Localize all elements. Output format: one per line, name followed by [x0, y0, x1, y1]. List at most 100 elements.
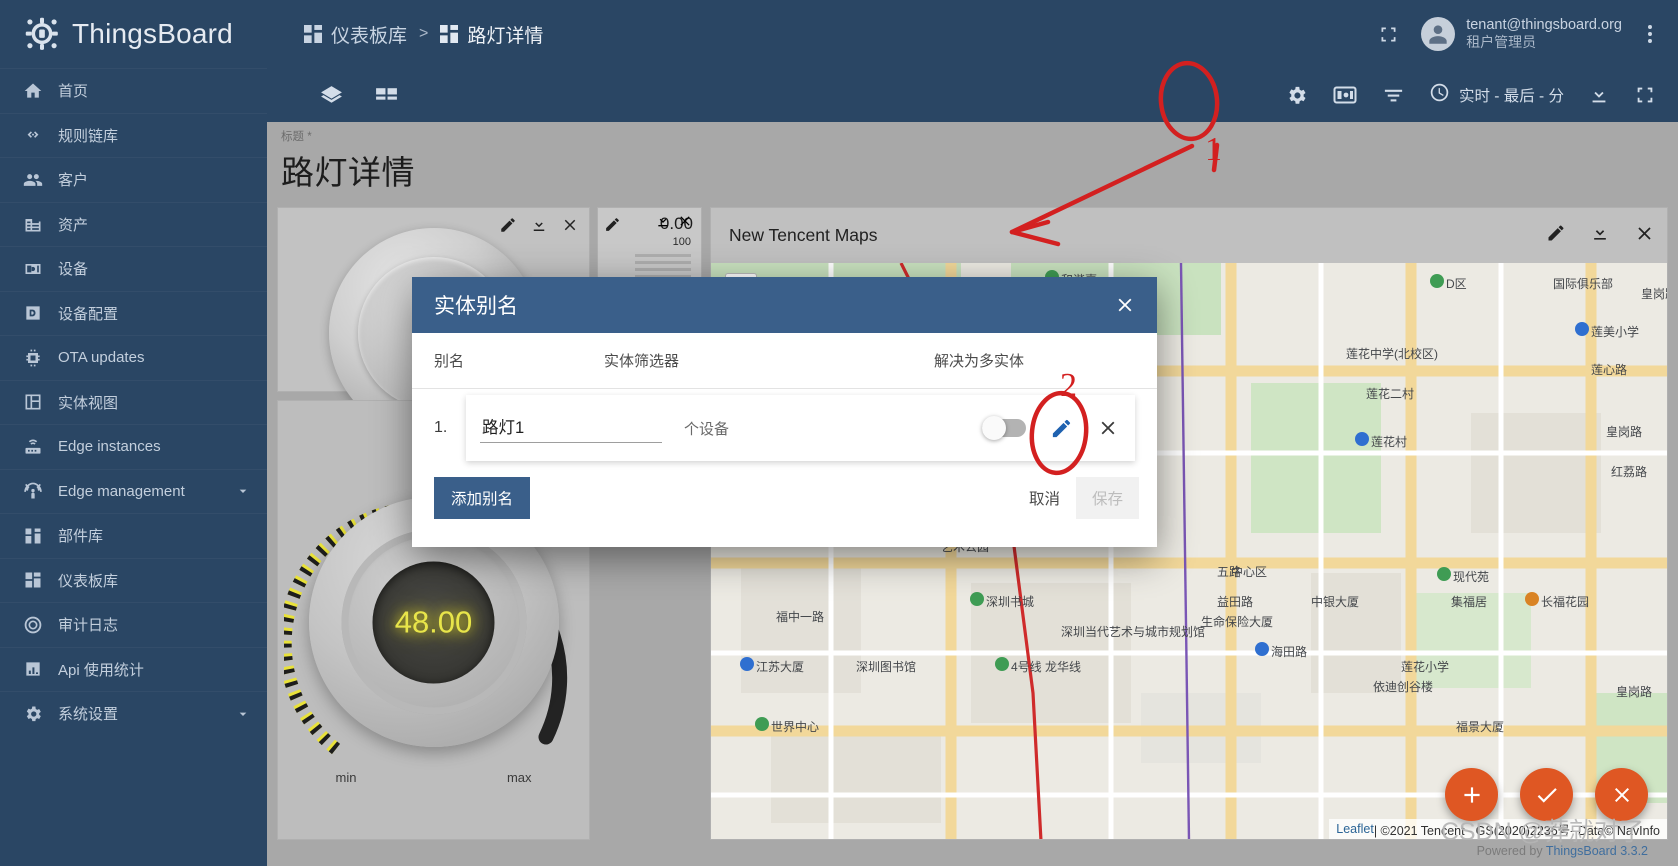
- dialog-header: 实体别名: [412, 277, 1157, 333]
- add-alias-button[interactable]: 添加别名: [434, 477, 531, 519]
- sidebar-item-4[interactable]: 设备: [0, 246, 267, 291]
- settings-icon: [22, 703, 44, 725]
- sidebar-item-6[interactable]: OTA updates: [0, 335, 267, 380]
- page-title[interactable]: 路灯详情: [281, 146, 1678, 194]
- sidebar-item-1[interactable]: 规则链库: [0, 112, 267, 158]
- map-label: 福景大厦: [1456, 720, 1505, 734]
- more-vert-icon[interactable]: [1640, 25, 1660, 43]
- sidebar-item-7[interactable]: 实体视图: [0, 379, 267, 425]
- layers-icon[interactable]: [319, 83, 344, 108]
- sidebar-item-11[interactable]: 仪表板库: [0, 557, 267, 603]
- map-poi-marker[interactable]: [1430, 274, 1444, 288]
- map-label: 莲花中学(北校区): [1346, 347, 1438, 361]
- map-label: 集福居: [1451, 595, 1488, 609]
- home-icon: [22, 80, 44, 102]
- map-label: 深圳图书馆: [856, 660, 917, 674]
- sidebar-item-3[interactable]: 资产: [0, 201, 267, 247]
- map-poi-marker[interactable]: [1355, 432, 1369, 446]
- map-poi-marker[interactable]: [995, 657, 1009, 671]
- cancel-button[interactable]: 取消: [1013, 477, 1076, 519]
- pencil-icon[interactable]: [604, 216, 621, 233]
- sidebar-item-label: 首页: [58, 83, 89, 101]
- sidebar-item-label: Edge instances: [58, 438, 161, 456]
- avatar: [1421, 17, 1456, 51]
- leaflet-link[interactable]: Leaflet: [1336, 822, 1374, 836]
- chevron-down-icon[interactable]: [235, 483, 251, 499]
- pencil-icon[interactable]: [1546, 223, 1566, 248]
- close-icon[interactable]: [561, 216, 579, 234]
- map-poi-marker[interactable]: [1525, 592, 1539, 606]
- sidebar-item-8[interactable]: Edge instances: [0, 424, 267, 469]
- map-label: 莲美小学: [1591, 325, 1640, 339]
- sidebar-item-label: 审计日志: [58, 617, 119, 635]
- alias-remove-button[interactable]: [1097, 417, 1119, 439]
- breadcrumb: 仪表板库 > 路灯详情: [304, 21, 543, 48]
- map-poi-marker[interactable]: [970, 592, 984, 606]
- map-label: 世界中心: [771, 720, 820, 734]
- api-usage-icon: [22, 658, 44, 680]
- chevron-down-icon[interactable]: [235, 706, 251, 722]
- close-icon[interactable]: [1111, 291, 1139, 319]
- sidebar-item-12[interactable]: 审计日志: [0, 602, 267, 647]
- entity-aliases-icon[interactable]: [1332, 82, 1358, 108]
- sidebar-item-label: 客户: [58, 172, 89, 190]
- map-widget-title: New Tencent Maps: [729, 225, 878, 245]
- sidebar-item-10[interactable]: 部件库: [0, 513, 267, 558]
- fullscreen-icon[interactable]: [1373, 19, 1403, 49]
- gear-icon[interactable]: [1285, 84, 1308, 107]
- filter-icon[interactable]: [1382, 84, 1405, 107]
- gauge-readout: 48.00: [372, 561, 495, 683]
- fullscreen-icon[interactable]: [1634, 84, 1656, 106]
- rule-chain-icon: [22, 124, 44, 146]
- sidebar-item-label: 部件库: [58, 528, 104, 546]
- download-icon[interactable]: [1590, 223, 1610, 248]
- small-card-sub: 100: [672, 236, 691, 248]
- map-poi-marker[interactable]: [1575, 322, 1589, 336]
- map-label: 深圳书城: [986, 595, 1035, 609]
- user-menu[interactable]: tenant@thingsboard.org 租户管理员: [1421, 16, 1622, 52]
- pencil-icon[interactable]: [499, 216, 517, 234]
- map-poi-marker[interactable]: [740, 657, 754, 671]
- brand-logo[interactable]: ThingsBoard: [0, 0, 267, 68]
- download-icon[interactable]: [655, 213, 671, 234]
- map-label: 依迪创谷楼: [1373, 680, 1434, 694]
- alias-edit-button[interactable]: [1050, 417, 1073, 440]
- widget-tools: [604, 216, 621, 233]
- customers-icon: [22, 169, 44, 191]
- map-widget-header: New Tencent Maps: [711, 208, 1667, 263]
- sidebar-item-14[interactable]: 系统设置: [0, 691, 267, 736]
- sidebar-item-0[interactable]: 首页: [0, 68, 267, 113]
- alias-name-input[interactable]: [480, 413, 662, 443]
- map-label: 益田路: [1217, 595, 1254, 609]
- dashboard-toolbar: 实时 - 最后 - 分: [267, 68, 1678, 122]
- sidebar-item-9[interactable]: Edge management: [0, 468, 267, 514]
- alias-entity-filter-label[interactable]: 个设备: [684, 418, 729, 439]
- resolve-multiple-toggle[interactable]: [982, 416, 1026, 440]
- assets-icon: [22, 213, 44, 235]
- download-icon[interactable]: [530, 216, 548, 234]
- close-icon[interactable]: [677, 213, 693, 234]
- alias-row: 1. 个设备: [412, 389, 1157, 467]
- breadcrumb-item-dashboards[interactable]: 仪表板库: [304, 21, 407, 48]
- sidebar-item-13[interactable]: Api 使用统计: [0, 646, 267, 692]
- sidebar-item-5[interactable]: 设备配置: [0, 290, 267, 336]
- breadcrumb-label-dashboards: 仪表板库: [331, 25, 408, 47]
- edge-instances-icon: [22, 436, 44, 458]
- map-label: 生命保险大厦: [1201, 615, 1274, 629]
- map-poi-marker[interactable]: [1255, 642, 1269, 656]
- download-icon[interactable]: [1588, 84, 1610, 106]
- map-poi-marker[interactable]: [1437, 567, 1451, 581]
- map-poi-marker[interactable]: [755, 717, 769, 731]
- dashboards-icon: [304, 25, 322, 43]
- dashboard-states-icon[interactable]: [374, 83, 399, 108]
- close-icon[interactable]: [1634, 223, 1655, 249]
- timewindow-button[interactable]: 实时 - 最后 - 分: [1429, 82, 1564, 108]
- breadcrumb-item-current[interactable]: 路灯详情: [440, 21, 543, 48]
- sidebar-item-2[interactable]: 客户: [0, 157, 267, 202]
- dialog-footer: 添加别名 取消 保存: [412, 467, 1157, 529]
- dashboard-title-label: 标题 *: [281, 131, 312, 143]
- map-label: 皇岗路: [1616, 685, 1653, 699]
- map-label: 国际俱乐部: [1553, 277, 1614, 291]
- alias-row-index: 1.: [434, 419, 448, 436]
- widget-library-icon: [22, 525, 44, 547]
